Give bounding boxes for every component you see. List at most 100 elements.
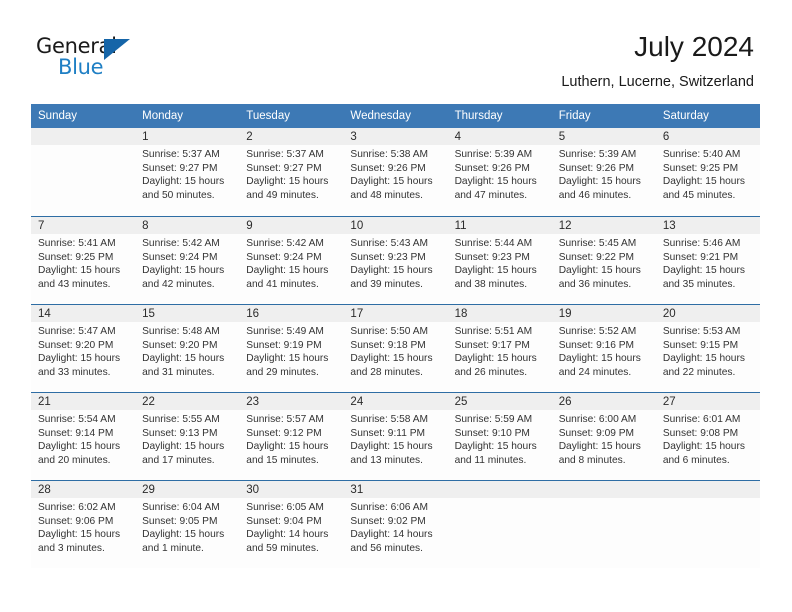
sunrise-time: Sunrise: 5:47 AM xyxy=(38,326,116,337)
daylight-duration-line2: and 46 minutes. xyxy=(558,189,632,201)
calendar-day-cell[interactable]: 1 Sunrise: 5:37 AM Sunset: 9:27 PM Daylight… xyxy=(135,128,240,216)
calendar-day-cell[interactable]: 31 Sunrise: 6:06 AM Sunset: 9:02 PM Dayligh… xyxy=(343,480,448,568)
sunset-time: Sunset: 9:27 PM xyxy=(142,162,218,174)
calendar-day-cell[interactable]: 19 Sunrise: 5:52 AM Sunset: 9:16 PM Dayligh… xyxy=(551,304,656,392)
daylight-duration-line2: and 39 minutes. xyxy=(350,278,423,290)
day-details: Sunrise: 6:05 AM Sunset: 9:04 PM Daylight:… xyxy=(239,498,343,555)
daylight-duration-line1: Daylight: 14 hours xyxy=(246,529,329,541)
calendar-day-cell[interactable]: 23 Sunrise: 5:57 AM Sunset: 9:12 PM Dayligh… xyxy=(239,392,344,480)
day-number: 4 xyxy=(447,128,552,145)
sunrise-time: Sunrise: 5:59 AM xyxy=(454,414,533,425)
calendar-day-cell[interactable]: 3 Sunrise: 5:38 AM Sunset: 9:26 PM Daylight… xyxy=(343,128,448,216)
daylight-duration-line1: Daylight: 15 hours xyxy=(454,441,537,453)
day-cell-inner: 17 Sunrise: 5:50 AM Sunset: 9:18 PM Dayligh… xyxy=(343,304,448,392)
day-cell-inner: 30 Sunrise: 6:05 AM Sunset: 9:04 PM Dayligh… xyxy=(239,480,344,568)
daylight-duration-line2: and 15 minutes. xyxy=(246,454,319,466)
day-cell-inner: 15 Sunrise: 5:48 AM Sunset: 9:20 PM Dayligh… xyxy=(135,304,240,392)
calendar-day-cell[interactable]: 5 Sunrise: 5:39 AM Sunset: 9:26 PM Daylight… xyxy=(551,128,656,216)
daylight-duration-line2: and 47 minutes. xyxy=(454,189,528,201)
day-details: Sunrise: 5:37 AM Sunset: 9:27 PM Daylight:… xyxy=(135,145,239,202)
sunset-time: Sunset: 9:16 PM xyxy=(558,339,635,351)
daylight-duration-line1: Daylight: 15 hours xyxy=(558,353,641,365)
daylight-duration-line2: and 43 minutes. xyxy=(38,278,111,290)
calendar-body: 1 Sunrise: 5:37 AM Sunset: 9:27 PM Daylight… xyxy=(31,128,760,568)
daylight-duration-line2: and 28 minutes. xyxy=(350,366,423,378)
sunrise-time: Sunrise: 5:37 AM xyxy=(142,149,220,160)
day-number: 21 xyxy=(31,393,136,410)
calendar-day-cell[interactable]: 9 Sunrise: 5:42 AM Sunset: 9:24 PM Daylight… xyxy=(239,216,344,304)
day-cell-inner xyxy=(655,480,760,568)
calendar-day-cell[interactable]: 12 Sunrise: 5:45 AM Sunset: 9:22 PM Dayligh… xyxy=(551,216,656,304)
daylight-duration-line1: Daylight: 15 hours xyxy=(142,529,225,541)
calendar-day-cell[interactable]: 10 Sunrise: 5:43 AM Sunset: 9:23 PM Dayligh… xyxy=(343,216,448,304)
day-number: 6 xyxy=(655,128,760,145)
calendar-day-cell[interactable]: 24 Sunrise: 5:58 AM Sunset: 9:11 PM Dayligh… xyxy=(343,392,448,480)
daylight-duration-line2: and 1 minute. xyxy=(142,542,204,554)
sunset-time: Sunset: 9:08 PM xyxy=(662,427,739,439)
day-number: 15 xyxy=(135,305,240,322)
sunset-time: Sunset: 9:15 PM xyxy=(662,339,739,351)
sunset-time: Sunset: 9:04 PM xyxy=(246,515,322,527)
calendar-day-cell[interactable]: 2 Sunrise: 5:37 AM Sunset: 9:27 PM Daylight… xyxy=(239,128,344,216)
page-title: July 2024 xyxy=(634,31,754,62)
calendar-day-cell[interactable]: 13 Sunrise: 5:46 AM Sunset: 9:21 PM Dayligh… xyxy=(655,216,760,304)
sunrise-time: Sunrise: 6:05 AM xyxy=(246,502,324,513)
general-blue-logo[interactable]: General Blue xyxy=(36,34,146,80)
daylight-duration-line1: Daylight: 15 hours xyxy=(454,176,537,188)
day-details: Sunrise: 5:54 AM Sunset: 9:14 PM Daylight:… xyxy=(31,410,135,467)
day-details: Sunrise: 5:40 AM Sunset: 9:25 PM Daylight:… xyxy=(656,145,760,202)
daylight-duration-line1: Daylight: 15 hours xyxy=(350,353,433,365)
day-cell-inner: 1 Sunrise: 5:37 AM Sunset: 9:27 PM Daylight… xyxy=(135,128,240,216)
sunrise-time: Sunrise: 6:01 AM xyxy=(662,414,741,425)
calendar-day-cell[interactable]: 6 Sunrise: 5:40 AM Sunset: 9:25 PM Daylight… xyxy=(655,128,760,216)
calendar-day-cell[interactable]: 21 Sunrise: 5:54 AM Sunset: 9:14 PM Dayligh… xyxy=(31,392,136,480)
calendar-day-cell[interactable]: 4 Sunrise: 5:39 AM Sunset: 9:26 PM Daylight… xyxy=(447,128,552,216)
sunset-time: Sunset: 9:25 PM xyxy=(38,251,114,263)
sunset-time: Sunset: 9:06 PM xyxy=(38,515,114,527)
sunrise-time: Sunrise: 6:06 AM xyxy=(350,502,429,513)
day-details: Sunrise: 5:41 AM Sunset: 9:25 PM Daylight:… xyxy=(31,234,135,291)
daylight-duration-line1: Daylight: 15 hours xyxy=(558,176,641,188)
day-cell-inner: 12 Sunrise: 5:45 AM Sunset: 9:22 PM Dayligh… xyxy=(551,216,656,304)
calendar-day-cell[interactable]: 20 Sunrise: 5:53 AM Sunset: 9:15 PM Dayligh… xyxy=(655,304,760,392)
daylight-duration-line1: Daylight: 15 hours xyxy=(142,176,225,188)
sunrise-time: Sunrise: 5:51 AM xyxy=(454,326,533,337)
sunset-time: Sunset: 9:17 PM xyxy=(454,339,530,351)
daylight-duration-line2: and 38 minutes. xyxy=(454,278,528,290)
calendar-day-cell[interactable]: 15 Sunrise: 5:48 AM Sunset: 9:20 PM Dayligh… xyxy=(135,304,240,392)
day-cell-inner: 13 Sunrise: 5:46 AM Sunset: 9:21 PM Dayligh… xyxy=(655,216,760,304)
day-details: Sunrise: 5:43 AM Sunset: 9:23 PM Daylight:… xyxy=(343,234,447,291)
sunset-time: Sunset: 9:26 PM xyxy=(454,162,530,174)
calendar-day-cell[interactable]: 29 Sunrise: 6:04 AM Sunset: 9:05 PM Dayligh… xyxy=(135,480,240,568)
calendar-day-cell[interactable]: 25 Sunrise: 5:59 AM Sunset: 9:10 PM Dayligh… xyxy=(447,392,552,480)
calendar-day-cell[interactable]: 28 Sunrise: 6:02 AM Sunset: 9:06 PM Dayligh… xyxy=(31,480,136,568)
day-number xyxy=(655,481,760,498)
sunrise-time: Sunrise: 5:42 AM xyxy=(142,238,220,249)
sunrise-time: Sunrise: 6:02 AM xyxy=(38,502,116,513)
daylight-duration-line2: and 50 minutes. xyxy=(142,189,215,201)
calendar-day-cell[interactable]: 30 Sunrise: 6:05 AM Sunset: 9:04 PM Dayligh… xyxy=(239,480,344,568)
day-details: Sunrise: 5:46 AM Sunset: 9:21 PM Daylight:… xyxy=(656,234,760,291)
calendar-day-cell[interactable]: 22 Sunrise: 5:55 AM Sunset: 9:13 PM Dayligh… xyxy=(135,392,240,480)
day-number: 18 xyxy=(447,305,552,322)
day-number: 25 xyxy=(447,393,552,410)
calendar-day-cell[interactable]: 11 Sunrise: 5:44 AM Sunset: 9:23 PM Dayligh… xyxy=(447,216,552,304)
calendar-week-row: 1 Sunrise: 5:37 AM Sunset: 9:27 PM Daylight… xyxy=(31,128,760,216)
calendar-day-cell[interactable]: 18 Sunrise: 5:51 AM Sunset: 9:17 PM Dayligh… xyxy=(447,304,552,392)
calendar-day-cell[interactable]: 7 Sunrise: 5:41 AM Sunset: 9:25 PM Daylight… xyxy=(31,216,136,304)
calendar-day-cell[interactable]: 26 Sunrise: 6:00 AM Sunset: 9:09 PM Dayligh… xyxy=(551,392,656,480)
day-number: 22 xyxy=(135,393,240,410)
day-details: Sunrise: 5:49 AM Sunset: 9:19 PM Daylight:… xyxy=(239,322,343,379)
calendar-day-cell[interactable]: 14 Sunrise: 5:47 AM Sunset: 9:20 PM Dayligh… xyxy=(31,304,136,392)
day-details: Sunrise: 6:02 AM Sunset: 9:06 PM Daylight:… xyxy=(31,498,135,555)
day-cell-inner: 4 Sunrise: 5:39 AM Sunset: 9:26 PM Daylight… xyxy=(447,128,552,216)
daylight-duration-line2: and 29 minutes. xyxy=(246,366,319,378)
calendar-week-row: 28 Sunrise: 6:02 AM Sunset: 9:06 PM Dayligh… xyxy=(31,480,760,568)
calendar-day-cell[interactable]: 8 Sunrise: 5:42 AM Sunset: 9:24 PM Daylight… xyxy=(135,216,240,304)
sunrise-time: Sunrise: 5:57 AM xyxy=(246,414,324,425)
day-number: 31 xyxy=(343,481,448,498)
calendar-day-cell[interactable]: 16 Sunrise: 5:49 AM Sunset: 9:19 PM Dayligh… xyxy=(239,304,344,392)
day-cell-inner: 10 Sunrise: 5:43 AM Sunset: 9:23 PM Dayligh… xyxy=(343,216,448,304)
calendar-day-cell[interactable]: 17 Sunrise: 5:50 AM Sunset: 9:18 PM Dayligh… xyxy=(343,304,448,392)
calendar-day-cell[interactable]: 27 Sunrise: 6:01 AM Sunset: 9:08 PM Dayligh… xyxy=(655,392,760,480)
